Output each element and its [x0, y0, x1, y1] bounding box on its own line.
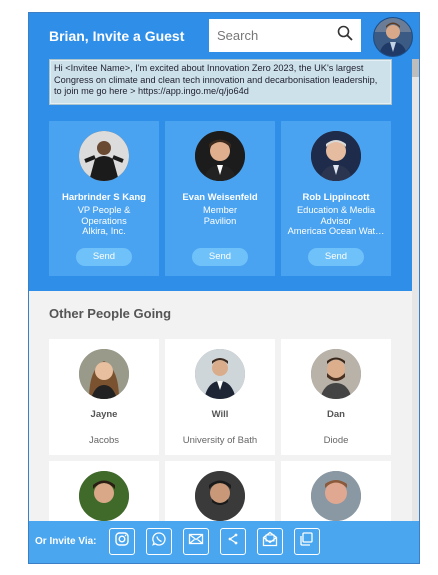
share-button[interactable]: [220, 528, 246, 555]
scrollbar-thumb[interactable]: [412, 59, 419, 77]
invite-guest-panel: Brian, Invite a Guest Search Hi <Invitee…: [28, 12, 420, 564]
whatsapp-button[interactable]: [146, 528, 172, 555]
search-icon[interactable]: [337, 25, 353, 46]
avatar: [79, 349, 129, 399]
person-title: VP People & Operations Alkira, Inc.: [77, 205, 131, 236]
featured-card: Evan Weisenfeld Member Pavilion Send: [165, 121, 275, 276]
header: Brian, Invite a Guest Search: [29, 13, 419, 59]
user-avatar[interactable]: [373, 17, 413, 57]
person-first-name: Dan: [327, 409, 345, 420]
invite-message-textarea[interactable]: Hi <Invitee Name>, I'm excited about Inn…: [49, 59, 392, 105]
copy-button[interactable]: [294, 528, 320, 555]
person-title: Member Pavilion: [202, 205, 238, 226]
featured-card: Harbrinder S Kang VP People & Operations…: [49, 121, 159, 276]
share-icon: [225, 531, 241, 552]
mail-open-icon: [262, 531, 278, 552]
person-org: Jacobs: [88, 435, 120, 446]
person-org: University of Bath: [182, 435, 258, 446]
person-name: Evan Weisenfeld: [182, 192, 258, 203]
avatar: [195, 131, 245, 181]
person-first-name: Jayne: [90, 409, 118, 420]
mail-open-button[interactable]: [257, 528, 283, 555]
scrollbar-track[interactable]: [412, 59, 419, 529]
person-card[interactable]: Jayne Jacobs: [49, 339, 159, 455]
invite-via-bar: Or Invite Via:: [29, 521, 419, 563]
avatar: [195, 471, 245, 521]
send-button[interactable]: Send: [192, 248, 248, 266]
avatar: [195, 349, 245, 399]
instagram-button[interactable]: [109, 528, 135, 555]
invite-via-label: Or Invite Via:: [35, 536, 97, 547]
email-icon: [188, 531, 204, 552]
person-name: Harbrinder S Kang: [62, 192, 146, 203]
instagram-icon: [114, 531, 130, 552]
person-first-name: Will: [211, 409, 229, 420]
avatar: [311, 471, 361, 521]
email-button[interactable]: [183, 528, 209, 555]
search-input[interactable]: Search: [217, 28, 337, 43]
person-card[interactable]: Will University of Bath: [165, 339, 275, 455]
avatar: [79, 131, 129, 181]
section-title: Other People Going: [49, 306, 172, 321]
send-button[interactable]: Send: [308, 248, 364, 266]
avatar: [311, 131, 361, 181]
featured-card: Rob Lippincott Education & Media Advisor…: [281, 121, 391, 276]
avatar: [311, 349, 361, 399]
person-title: Education & Media Advisor Americas Ocean…: [287, 205, 385, 236]
search-box[interactable]: Search: [209, 19, 361, 52]
whatsapp-icon: [151, 531, 167, 552]
person-name: Rob Lippincott: [302, 192, 370, 203]
copy-icon: [299, 531, 315, 552]
person-card[interactable]: Dan Diode: [281, 339, 391, 455]
page-title: Brian, Invite a Guest: [49, 28, 185, 44]
person-org: Diode: [323, 435, 349, 446]
avatar: [79, 471, 129, 521]
send-button[interactable]: Send: [76, 248, 132, 266]
